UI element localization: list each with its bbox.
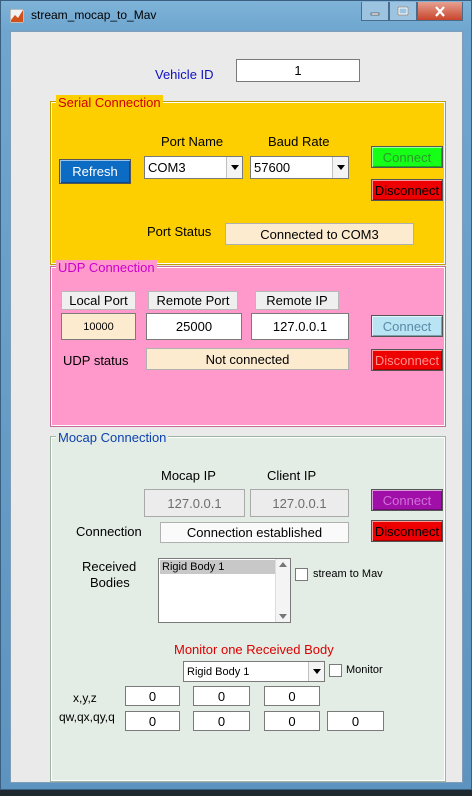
udp-status-label: UDP status [63,353,129,368]
connection-status-value: Connection established [160,522,349,543]
port-name-label: Port Name [161,134,224,149]
desktop-background [0,790,472,796]
port-status-label: Port Status [147,224,212,239]
stream-to-mav-checkbox[interactable] [295,568,308,581]
chevron-down-icon[interactable] [226,157,242,178]
connection-label: Connection [76,524,142,539]
udp-connect-button[interactable]: Connect [371,315,443,337]
xyz-label: x,y,z [73,691,97,705]
mocap-panel-title: Mocap Connection [56,430,169,445]
remote-port-input[interactable]: 25000 [146,313,242,340]
udp-status-value: Not connected [146,348,349,370]
udp-connection-panel: UDP Connection Local Port Remote Port Re… [50,260,446,427]
remote-ip-input[interactable]: 127.0.0.1 [251,313,349,340]
remote-port-label: Remote Port [148,291,238,310]
baud-rate-value: 57600 [254,160,291,175]
mocap-ip-input[interactable]: 127.0.0.1 [144,489,245,517]
close-icon [435,5,445,17]
baud-rate-select[interactable]: 57600 [250,156,349,179]
serial-panel-title: Serial Connection [56,95,163,110]
mocap-ip-label: Mocap IP [161,468,216,483]
scroll-down-icon[interactable] [279,614,287,619]
maximize-icon [397,6,409,16]
local-port-label: Local Port [61,291,136,310]
monitor-label: Monitor [346,664,383,676]
z-value[interactable]: 0 [264,686,320,706]
serial-connection-panel: Serial Connection Port Name Baud Rate Re… [50,95,446,265]
refresh-button[interactable]: Refresh [59,159,131,184]
received-bodies-label-line1: Received [82,559,137,574]
listbox-scrollbar[interactable] [275,559,290,622]
serial-connect-button[interactable]: Connect [371,146,443,168]
client-ip-input[interactable]: 127.0.0.1 [250,489,349,517]
app-window: stream_mocap_to_Mav Vehicle ID 1 Serial … [0,0,472,790]
monitor-body-select[interactable]: Rigid Body 1 [183,661,325,682]
scroll-up-icon[interactable] [279,562,287,567]
chevron-down-icon[interactable] [332,157,348,178]
minimize-icon [370,12,380,16]
monitor-title: Monitor one Received Body [174,642,334,657]
udp-disconnect-button[interactable]: Disconnect [371,349,443,371]
port-status-value: Connected to COM3 [225,223,414,245]
close-button[interactable] [417,2,463,21]
baud-rate-label: Baud Rate [268,134,330,149]
list-item[interactable]: Rigid Body 1 [160,560,275,574]
y-value[interactable]: 0 [193,686,250,706]
minimize-button[interactable] [361,2,389,21]
port-name-value: COM3 [148,160,186,175]
mocap-connection-panel: Mocap Connection Mocap IP Client IP 127.… [50,430,446,782]
x-value[interactable]: 0 [125,686,180,706]
stream-to-mav-label: stream to Mav [313,568,383,580]
maximize-button[interactable] [389,2,417,21]
qx-value[interactable]: 0 [193,711,250,731]
quaternion-label: qw,qx,qy,q [59,710,115,724]
qy-value[interactable]: 0 [264,711,320,731]
chevron-down-icon[interactable] [308,662,324,681]
remote-ip-label: Remote IP [255,291,339,310]
local-port-input[interactable]: 10000 [61,313,136,340]
serial-disconnect-button[interactable]: Disconnect [371,179,443,201]
received-bodies-label-line2: Bodies [90,575,130,590]
qw-value[interactable]: 0 [125,711,180,731]
vehicle-id-input[interactable]: 1 [236,59,360,82]
monitor-body-value: Rigid Body 1 [187,665,250,678]
title-bar[interactable]: stream_mocap_to_Mav [1,1,471,31]
mocap-disconnect-button[interactable]: Disconnect [371,520,443,542]
figure-client-area: Vehicle ID 1 Serial Connection Port Name… [10,31,463,783]
window-title: stream_mocap_to_Mav [31,8,157,22]
port-name-select[interactable]: COM3 [144,156,243,179]
received-bodies-listbox[interactable]: Rigid Body 1 [158,558,291,623]
matlab-icon [10,9,24,23]
vehicle-id-label: Vehicle ID [155,67,214,82]
mocap-connect-button[interactable]: Connect [371,489,443,511]
qz-value[interactable]: 0 [327,711,384,731]
monitor-checkbox[interactable] [329,664,342,677]
udp-panel-title: UDP Connection [56,260,157,275]
client-ip-label: Client IP [267,468,317,483]
